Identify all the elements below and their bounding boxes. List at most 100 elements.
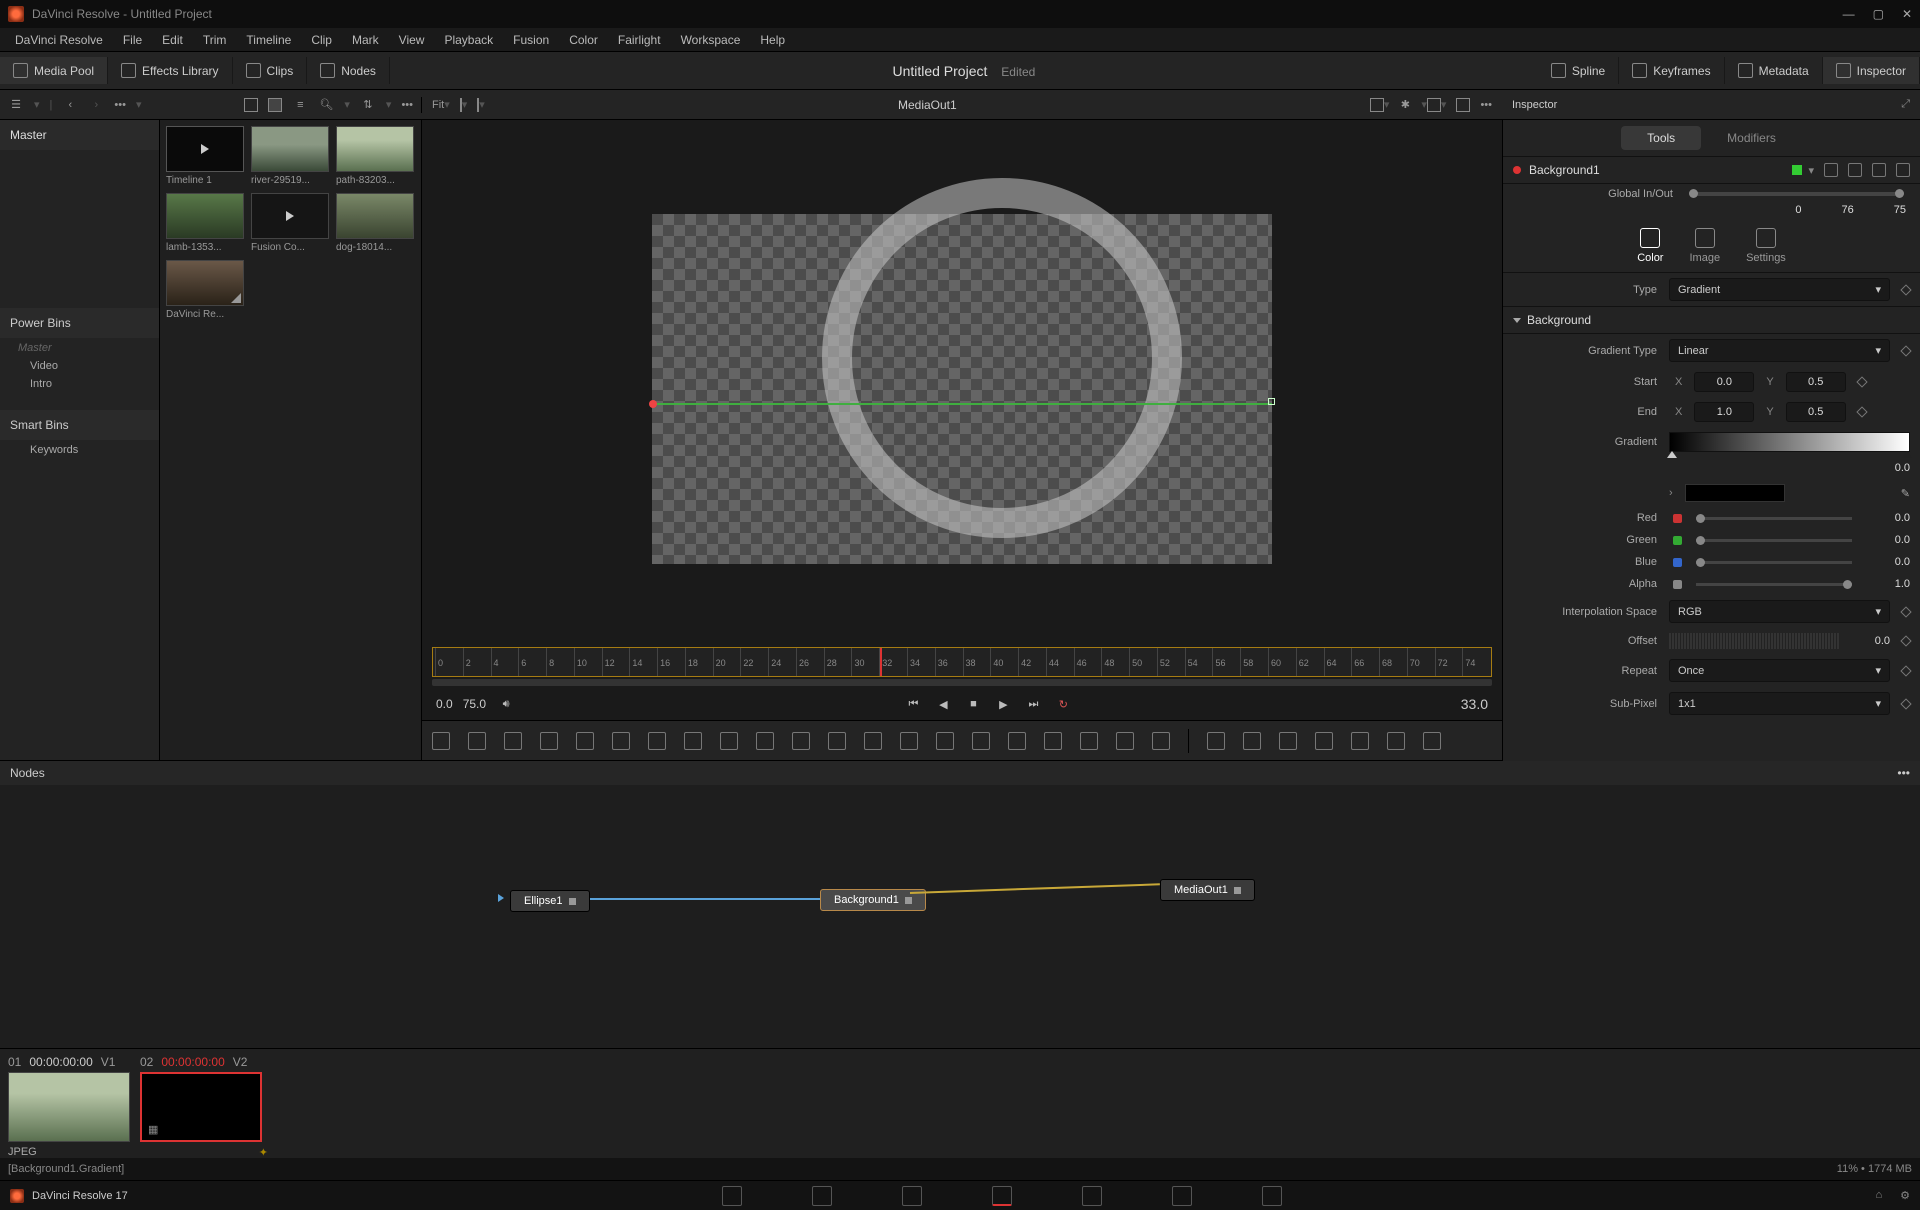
- tool-merge-icon[interactable]: [468, 732, 486, 750]
- workspace-metadata[interactable]: Metadata: [1725, 57, 1823, 84]
- minimize-icon[interactable]: —: [1843, 7, 1855, 21]
- menu-color[interactable]: Color: [560, 30, 607, 50]
- tool-glow-icon[interactable]: [1044, 732, 1062, 750]
- color-swatch[interactable]: [1685, 484, 1785, 502]
- tool-paint-icon[interactable]: [540, 732, 558, 750]
- interp-keyframe-icon[interactable]: [1900, 606, 1911, 617]
- alpha-slider[interactable]: [1696, 583, 1852, 586]
- tool-text-icon[interactable]: [504, 732, 522, 750]
- mask-ring[interactable]: [822, 178, 1182, 538]
- grid-icon[interactable]: [1427, 98, 1441, 112]
- play-button[interactable]: ▶︎: [993, 694, 1013, 714]
- clip-fusionco[interactable]: Fusion Co...: [251, 193, 329, 253]
- blue-value[interactable]: 0.0: [1866, 556, 1910, 568]
- eyedropper-icon[interactable]: ✎: [1901, 487, 1910, 500]
- nodes-menu-icon[interactable]: •••: [1897, 766, 1910, 780]
- node-name[interactable]: Background1: [1529, 163, 1792, 177]
- clip-river29519[interactable]: river-29519...: [251, 126, 329, 186]
- page-deliver-icon[interactable]: [1262, 1186, 1282, 1206]
- first-frame-button[interactable]: ⏮︎: [903, 694, 923, 714]
- page-media-icon[interactable]: [722, 1186, 742, 1206]
- thumb-grid-icon[interactable]: [268, 98, 282, 112]
- global-c[interactable]: 75: [1894, 204, 1906, 216]
- subpixel-dropdown[interactable]: 1x1▾: [1669, 692, 1890, 715]
- tool-cam3d-icon[interactable]: [1387, 732, 1405, 750]
- dots1[interactable]: •••: [114, 99, 126, 111]
- start-y-input[interactable]: [1786, 372, 1846, 392]
- clip2-thumb[interactable]: ▦: [140, 1072, 262, 1142]
- green-value[interactable]: 0.0: [1866, 534, 1910, 546]
- menu-view[interactable]: View: [390, 30, 434, 50]
- gradient-start-handle[interactable]: [649, 400, 657, 408]
- page-cut-icon[interactable]: [812, 1186, 832, 1206]
- tool-hue-icon[interactable]: [1116, 732, 1134, 750]
- gradient-end-handle[interactable]: [1268, 398, 1275, 405]
- tool-resize-icon[interactable]: [900, 732, 918, 750]
- viewer-canvas[interactable]: [652, 214, 1272, 564]
- tool-ss3d-icon[interactable]: [1351, 732, 1369, 750]
- workspace-effects-library[interactable]: Effects Library: [108, 57, 232, 84]
- dots3[interactable]: •••: [1480, 99, 1492, 111]
- tab-image[interactable]: Image: [1689, 228, 1720, 264]
- red-slider[interactable]: [1696, 517, 1852, 520]
- menu-trim[interactable]: Trim: [194, 30, 236, 50]
- view-opt3-icon[interactable]: [1370, 98, 1384, 112]
- start-keyframe-icon[interactable]: [1856, 376, 1867, 387]
- lock-icon[interactable]: [1872, 163, 1886, 177]
- menu-davinciresolve[interactable]: DaVinci Resolve: [6, 30, 112, 50]
- tab-modifiers[interactable]: Modifiers: [1701, 126, 1802, 150]
- tool-particles-icon[interactable]: [1207, 732, 1225, 750]
- tc-current[interactable]: 33.0: [1461, 696, 1488, 712]
- global-a[interactable]: 0: [1795, 204, 1801, 216]
- page-edit-icon[interactable]: [902, 1186, 922, 1206]
- maximize-icon[interactable]: ▢: [1873, 7, 1884, 21]
- tab-color[interactable]: Color: [1637, 228, 1663, 264]
- thumb-list-icon[interactable]: ≡: [292, 97, 308, 113]
- power-bin-master[interactable]: Master: [0, 338, 159, 356]
- global-b[interactable]: 76: [1842, 204, 1854, 216]
- project-settings-icon[interactable]: ⚙︎: [1900, 1189, 1910, 1202]
- end-x-input[interactable]: [1694, 402, 1754, 422]
- clip-menu-icon[interactable]: ✦: [259, 1146, 268, 1159]
- playhead[interactable]: [880, 648, 882, 676]
- workspace-media-pool[interactable]: Media Pool: [0, 57, 108, 84]
- type-keyframe-icon[interactable]: [1900, 284, 1911, 295]
- tab-settings[interactable]: Settings: [1746, 228, 1786, 264]
- sort-icon[interactable]: ⇅: [360, 97, 376, 113]
- search-icon[interactable]: 🔍︎: [318, 97, 334, 113]
- tool-light-icon[interactable]: [1423, 732, 1441, 750]
- offset-thumbwheel[interactable]: [1669, 633, 1840, 649]
- last-frame-button[interactable]: ⏭︎: [1023, 694, 1043, 714]
- tool-bg-icon[interactable]: [432, 732, 450, 750]
- menu-fusion[interactable]: Fusion: [504, 30, 558, 50]
- start-x-input[interactable]: [1694, 372, 1754, 392]
- green-slider[interactable]: [1696, 539, 1852, 542]
- list-view-icon[interactable]: ☰: [8, 97, 24, 113]
- fit-menu[interactable]: Fit: [432, 99, 444, 111]
- menu-file[interactable]: File: [114, 30, 151, 50]
- gradient-line[interactable]: [652, 403, 1272, 405]
- clip-timeline1[interactable]: Timeline 1: [166, 126, 244, 186]
- clip-lamb1353[interactable]: lamb-1353...: [166, 193, 244, 253]
- enable-toggle[interactable]: [1792, 165, 1802, 175]
- end-y-input[interactable]: [1786, 402, 1846, 422]
- tool-mask-bspline-icon[interactable]: [756, 732, 774, 750]
- grad-stop-right[interactable]: [1902, 451, 1912, 458]
- node-link-1[interactable]: [590, 898, 822, 900]
- smart-bin-keywords[interactable]: Keywords: [0, 440, 159, 458]
- loop-button[interactable]: ↻: [1053, 694, 1073, 714]
- reset-icon[interactable]: [1896, 163, 1910, 177]
- versions-icon[interactable]: [1824, 163, 1838, 177]
- tool-blur-icon[interactable]: [1008, 732, 1026, 750]
- power-bin-video[interactable]: Video: [0, 356, 159, 374]
- node-mediaout[interactable]: MediaOut1: [1160, 879, 1255, 901]
- clip1-thumb[interactable]: [8, 1072, 130, 1142]
- alpha-value[interactable]: 1.0: [1866, 578, 1910, 590]
- clip-path83203[interactable]: path-83203...: [336, 126, 414, 186]
- gradient-bar[interactable]: [1669, 432, 1910, 452]
- power-bin-intro[interactable]: Intro: [0, 374, 159, 392]
- dots2[interactable]: •••: [401, 99, 413, 111]
- clip-dog18014[interactable]: dog-18014...: [336, 193, 414, 253]
- close-icon[interactable]: ✕: [1902, 7, 1912, 21]
- home-icon[interactable]: ⌂: [1875, 1189, 1882, 1202]
